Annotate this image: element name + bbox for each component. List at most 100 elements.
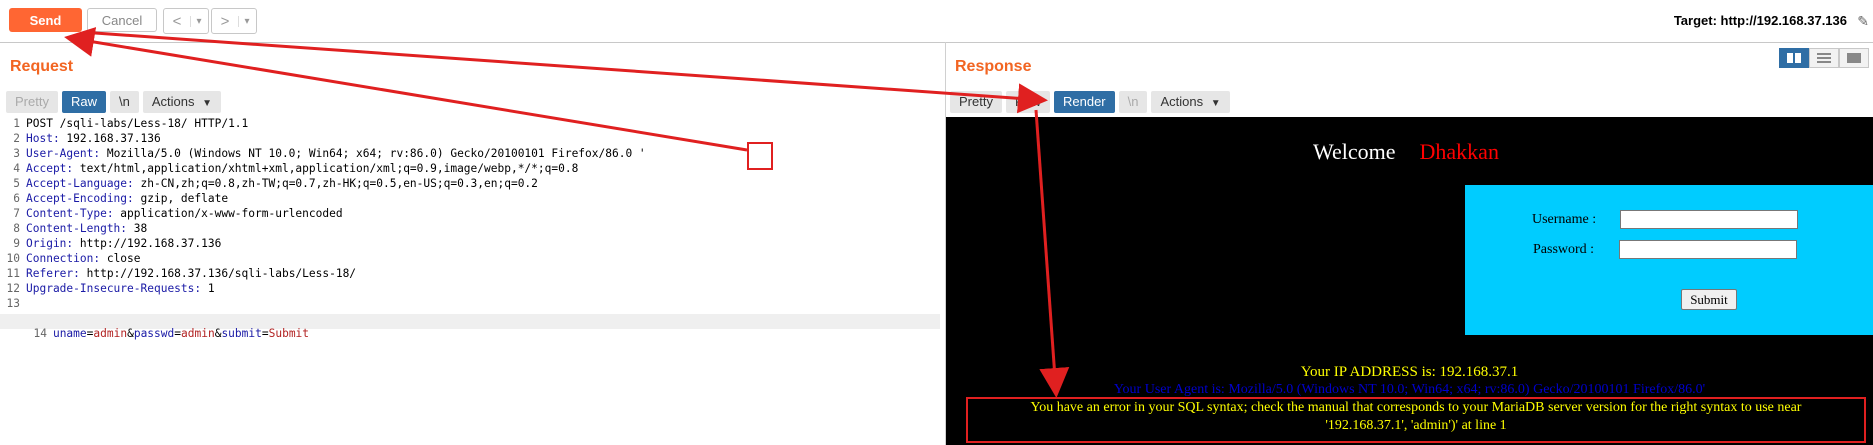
sql-error-line-2: '192.168.37.1', 'admin')' at line 1 <box>1325 418 1507 433</box>
response-tabs: Pretty Raw Render \n Actions ▼ <box>950 91 1230 113</box>
response-tab-newline[interactable]: \n <box>1118 91 1148 113</box>
cancel-button[interactable]: Cancel <box>87 8 157 32</box>
username-label: Username : <box>1532 212 1597 227</box>
forward-button[interactable]: > ▾ <box>211 8 257 34</box>
request-line[interactable]: 8 Content-Length: 38 <box>0 222 940 237</box>
header-name: Connection: <box>26 252 101 265</box>
user-agent-text: Your User Agent is: Mozilla/5.0 (Windows… <box>1113 382 1706 397</box>
forward-dropdown-icon[interactable]: ▾ <box>238 15 255 27</box>
request-line[interactable]: 3 User-Agent: Mozilla/5.0 (Windows NT 10.… <box>0 147 940 162</box>
chevron-down-icon: ▼ <box>202 98 212 109</box>
request-line[interactable]: 4 Accept: text/html,application/xhtml+xml… <box>0 162 940 177</box>
send-button[interactable]: Send <box>9 8 82 32</box>
arrow-to-render <box>94 31 1048 114</box>
header-name: Origin: <box>26 237 74 250</box>
welcome-name: Dhakkan <box>1419 139 1499 164</box>
response-tab-render[interactable]: Render <box>1053 91 1115 113</box>
line-number: 4 <box>13 162 20 175</box>
header-value: application/x-www-form-urlencoded <box>113 207 343 220</box>
request-editor[interactable]: 1 POST /sqli-labs/Less-18/ HTTP/1.1 2 Host:… <box>0 117 945 445</box>
request-line[interactable]: 10 Connection: close <box>0 252 940 267</box>
header-value: zh-CN,zh;q=0.8,zh-TW;q=0.7,zh-HK;q=0.5,e… <box>133 177 538 190</box>
submit-button[interactable]: Submit <box>1681 289 1737 310</box>
header-value: Mozilla/5.0 (Windows NT 10.0; Win64; x64… <box>100 147 646 160</box>
line-number: 11 <box>6 267 20 280</box>
param-value: admin <box>93 327 128 340</box>
chevron-down-icon: ▼ <box>1210 98 1221 109</box>
header-name: Host: <box>26 132 60 145</box>
header-value: text/html,application/xhtml+xml,applicat… <box>73 162 579 175</box>
response-tab-raw[interactable]: Raw <box>1005 91 1050 113</box>
line-number: 13 <box>6 297 20 310</box>
header-name: Accept-Language: <box>26 177 134 190</box>
line-number: 9 <box>13 237 20 250</box>
single-pane-icon[interactable] <box>1839 48 1869 68</box>
param-value: admin <box>181 327 215 340</box>
header-value: http://192.168.37.136/sqli-labs/Less-18/ <box>79 267 357 280</box>
request-line[interactable]: 5 Accept-Language: zh-CN,zh;q=0.8,zh-TW;q… <box>0 177 940 192</box>
password-input[interactable] <box>1619 240 1797 259</box>
request-line[interactable]: 1 POST /sqli-labs/Less-18/ HTTP/1.1 <box>0 117 940 132</box>
line-number: 7 <box>13 207 20 220</box>
response-actions-menu[interactable]: Actions ▼ <box>1151 91 1230 113</box>
header-name: Accept-Encoding: <box>26 192 134 205</box>
layout-toggle <box>1779 48 1869 68</box>
request-line[interactable]: 7 Content-Type: application/x-www-form-ur… <box>0 207 940 222</box>
back-arrow-icon: < <box>172 12 182 30</box>
target-label[interactable]: Target: http://192.168.37.136 <box>1674 13 1847 28</box>
response-title: Response <box>955 58 1032 75</box>
header-value: 1 <box>201 282 215 295</box>
line-number: 10 <box>6 252 20 265</box>
request-line[interactable]: 11 Referer: http://192.168.37.136/sqli-la… <box>0 267 940 282</box>
header-value: gzip, deflate <box>133 192 229 205</box>
request-line[interactable]: 6 Accept-Encoding: gzip, deflate <box>0 192 940 207</box>
split-columns-icon[interactable] <box>1779 48 1809 68</box>
split-rows-icon[interactable] <box>1809 48 1839 68</box>
header-value: http://192.168.37.136 <box>73 237 222 250</box>
param-value: Submit <box>268 327 310 340</box>
response-tab-pretty[interactable]: Pretty <box>950 91 1002 113</box>
request-title: Request <box>10 58 74 75</box>
line-number: 12 <box>6 282 20 295</box>
header-name: Content-Type: <box>26 207 114 220</box>
forward-arrow-icon: > <box>220 12 230 30</box>
request-tab-newline[interactable]: \n <box>109 91 139 113</box>
sql-error-message: You have an error in your SQL syntax; ch… <box>966 397 1866 443</box>
response-actions-label: Actions <box>1160 94 1204 109</box>
line-number: 3 <box>13 147 20 160</box>
line-number: 2 <box>13 132 20 145</box>
password-label: Password : <box>1533 242 1595 257</box>
line-number: 5 <box>13 177 20 190</box>
welcome-heading: Welcome Dhakkan <box>1313 139 1499 165</box>
header-value: POST /sqli-labs/Less-18/ HTTP/1.1 <box>26 117 249 130</box>
back-button[interactable]: < ▾ <box>163 8 209 34</box>
header-value: close <box>100 252 141 265</box>
username-input[interactable] <box>1620 210 1798 229</box>
edit-target-icon[interactable]: ✎ <box>1857 13 1869 30</box>
request-tab-pretty[interactable]: Pretty <box>6 91 58 113</box>
header-value: 38 <box>127 222 148 235</box>
header-name: Content-Length: <box>26 222 128 235</box>
ip-address-text: Your IP ADDRESS is: 192.168.37.1 <box>1300 364 1519 380</box>
header-name: Accept: <box>26 162 74 175</box>
back-dropdown-icon[interactable]: ▾ <box>190 15 207 27</box>
line-number: 1 <box>13 117 20 130</box>
param-key: submit <box>221 327 262 340</box>
request-line[interactable]: 9 Origin: http://192.168.37.136 <box>0 237 940 252</box>
param-key: uname <box>52 327 87 340</box>
sql-error-line-1: You have an error in your SQL syntax; ch… <box>1030 400 1802 415</box>
param-key: passwd <box>133 327 175 340</box>
request-line[interactable]: 2 Host: 192.168.37.136 <box>0 132 940 147</box>
request-tabs: Pretty Raw \n Actions ▼ <box>6 91 221 113</box>
response-render: Welcome Dhakkan Username : Password : Sub… <box>946 117 1873 445</box>
request-tab-raw[interactable]: Raw <box>61 91 106 113</box>
header-value: 192.168.37.136 <box>59 132 161 145</box>
request-body-line[interactable]: 14 uname=admin&passwd=admin&submit=Submit <box>0 314 940 340</box>
request-line[interactable]: 12 Upgrade-Insecure-Requests: 1 <box>0 282 940 297</box>
request-line[interactable]: 13 <box>0 297 940 312</box>
line-number: 14 <box>33 327 47 340</box>
request-actions-menu[interactable]: Actions ▼ <box>142 91 221 113</box>
top-toolbar: Send Cancel < ▾ > ▾ Target: http://192.1… <box>0 0 1873 43</box>
request-actions-label: Actions <box>151 94 195 109</box>
header-name: User-Agent: <box>26 147 101 160</box>
